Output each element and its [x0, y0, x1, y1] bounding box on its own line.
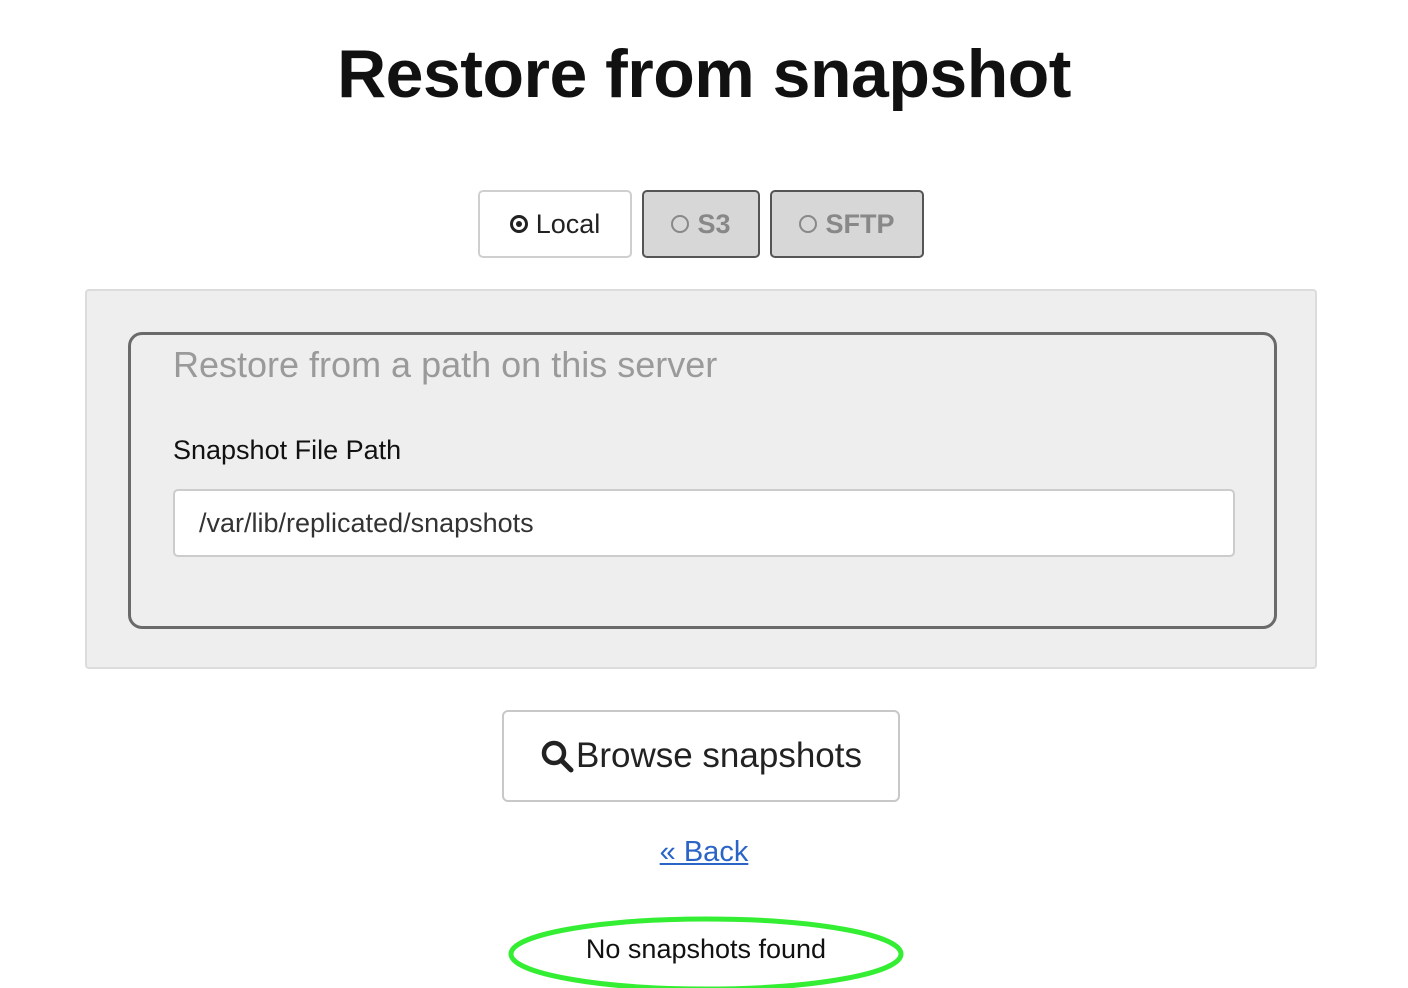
radio-unselected-icon	[671, 215, 690, 233]
radio-unselected-icon	[799, 215, 818, 233]
source-tab-group: Local S3 SFTP	[478, 190, 924, 258]
back-link[interactable]: « Back	[660, 836, 749, 868]
page-title: Restore from snapshot	[337, 36, 1071, 112]
radio-selected-icon	[509, 215, 528, 233]
tab-sftp[interactable]: SFTP	[770, 190, 924, 258]
browse-snapshots-label: Browse snapshots	[576, 736, 862, 775]
snapshot-path-input[interactable]	[173, 489, 1235, 557]
search-icon	[541, 740, 574, 773]
status-area: No snapshots found	[508, 916, 904, 988]
tab-local-label: Local	[535, 208, 601, 239]
tab-s3-label: S3	[697, 208, 731, 239]
tab-sftp-label: SFTP	[825, 208, 895, 239]
tab-local[interactable]: Local	[478, 190, 632, 258]
snapshot-path-label: Snapshot File Path	[173, 435, 402, 465]
back-link-wrap: « Back	[0, 834, 1408, 870]
local-fieldset: Restore from a path on this server Snaps…	[128, 332, 1277, 629]
no-snapshots-message: No snapshots found	[585, 934, 827, 964]
fieldset-legend: Restore from a path on this server	[173, 344, 718, 385]
restore-page: Restore from snapshot Local S3 SFTP Rest…	[0, 0, 1408, 988]
local-source-panel: Restore from a path on this server Snaps…	[85, 289, 1317, 669]
browse-snapshots-button[interactable]: Browse snapshots	[502, 710, 900, 802]
tab-s3[interactable]: S3	[642, 190, 760, 258]
